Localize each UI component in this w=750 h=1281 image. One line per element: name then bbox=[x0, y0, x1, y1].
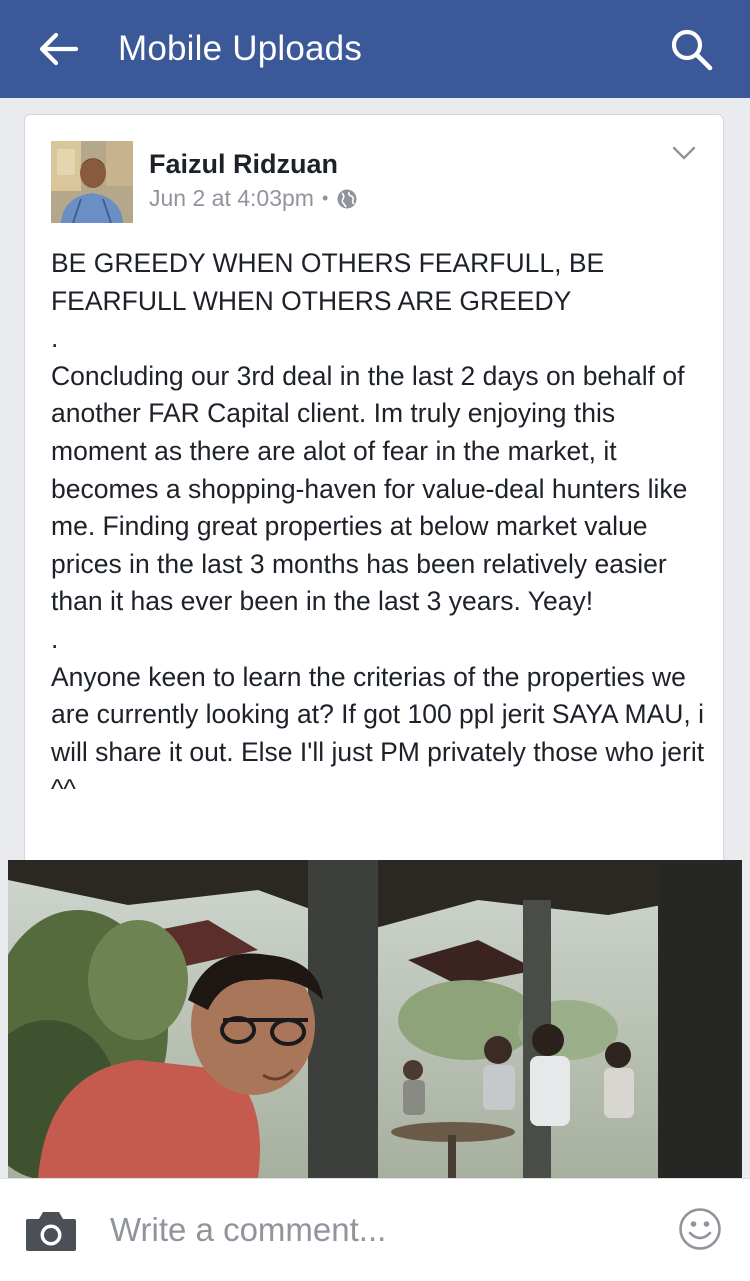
camera-icon bbox=[26, 1212, 76, 1251]
back-arrow-icon bbox=[39, 32, 79, 66]
emoji-button[interactable] bbox=[678, 1207, 722, 1251]
post-options-button[interactable] bbox=[671, 143, 697, 163]
post-paragraph: Concluding our 3rd deal in the last 2 da… bbox=[51, 360, 688, 617]
post-card: Faizul Ridzuan Jun 2 at 4:03pm • BE GREE… bbox=[24, 114, 724, 874]
top-app-bar: Mobile Uploads bbox=[0, 0, 750, 98]
post-paragraph: . bbox=[51, 623, 59, 654]
smiley-icon bbox=[679, 1208, 721, 1250]
camera-button[interactable] bbox=[24, 1209, 78, 1253]
post-timestamp[interactable]: Jun 2 at 4:03pm bbox=[149, 183, 314, 213]
comment-input[interactable] bbox=[110, 1205, 650, 1255]
meta-separator: • bbox=[321, 188, 329, 208]
page-title: Mobile Uploads bbox=[118, 29, 363, 68]
post-body: BE GREEDY WHEN OTHERS FEARFULL, BE FEARF… bbox=[51, 245, 711, 809]
post-photo[interactable] bbox=[8, 860, 742, 1178]
chevron-down-icon bbox=[672, 146, 696, 160]
post-meta: Jun 2 at 4:03pm • bbox=[149, 183, 358, 213]
comment-bar bbox=[0, 1178, 750, 1281]
post-paragraph: . bbox=[51, 323, 59, 354]
globe-icon bbox=[336, 187, 358, 209]
post-author[interactable]: Faizul Ridzuan bbox=[149, 147, 338, 181]
post-paragraph: Anyone keen to learn the criterias of th… bbox=[51, 661, 705, 805]
back-button[interactable] bbox=[36, 28, 82, 70]
post-paragraph: BE GREEDY WHEN OTHERS FEARFULL, BE FEARF… bbox=[51, 248, 605, 316]
search-button[interactable] bbox=[668, 26, 716, 74]
avatar[interactable] bbox=[51, 141, 133, 223]
search-icon bbox=[671, 29, 713, 71]
